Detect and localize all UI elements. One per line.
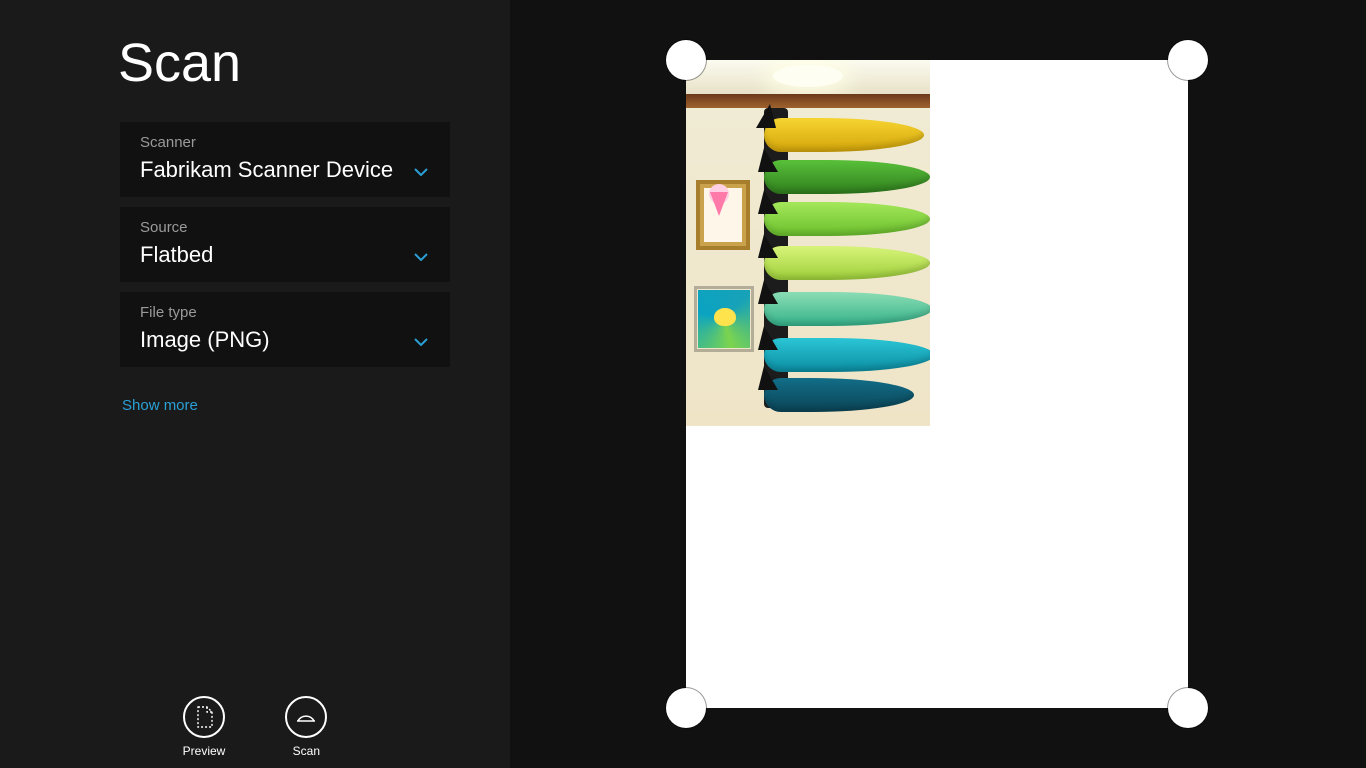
show-more-link[interactable]: Show more (122, 397, 450, 414)
scanner-label: Scanner (140, 134, 430, 151)
scan-bed[interactable] (686, 60, 1188, 708)
settings-sidebar: Scan Scanner Fabrikam Scanner Device Sou… (0, 0, 510, 768)
filetype-dropdown[interactable]: File type Image (PNG) (120, 292, 450, 367)
scanner-dropdown[interactable]: Scanner Fabrikam Scanner Device (120, 122, 450, 197)
page-title: Scan (118, 32, 450, 94)
chevron-down-icon (414, 165, 428, 179)
filetype-label: File type (140, 304, 430, 321)
source-value: Flatbed (140, 242, 430, 268)
filetype-value: Image (PNG) (140, 327, 430, 353)
source-dropdown[interactable]: Source Flatbed (120, 207, 450, 282)
preview-button[interactable]: Preview (183, 696, 226, 758)
chevron-down-icon (414, 335, 428, 349)
preview-pane (510, 0, 1366, 768)
preview-icon (183, 696, 225, 738)
preview-button-label: Preview (183, 744, 226, 758)
action-bar: Preview Scan (0, 696, 510, 758)
scanned-image (686, 60, 930, 426)
source-label: Source (140, 219, 430, 236)
scan-icon (285, 696, 327, 738)
crop-handle-top-right[interactable] (1168, 40, 1208, 80)
scanner-value: Fabrikam Scanner Device (140, 157, 430, 183)
scan-button-label: Scan (293, 744, 320, 758)
chevron-down-icon (414, 250, 428, 264)
crop-handle-bottom-right[interactable] (1168, 688, 1208, 728)
crop-handle-bottom-left[interactable] (666, 688, 706, 728)
scan-button[interactable]: Scan (285, 696, 327, 758)
crop-handle-top-left[interactable] (666, 40, 706, 80)
